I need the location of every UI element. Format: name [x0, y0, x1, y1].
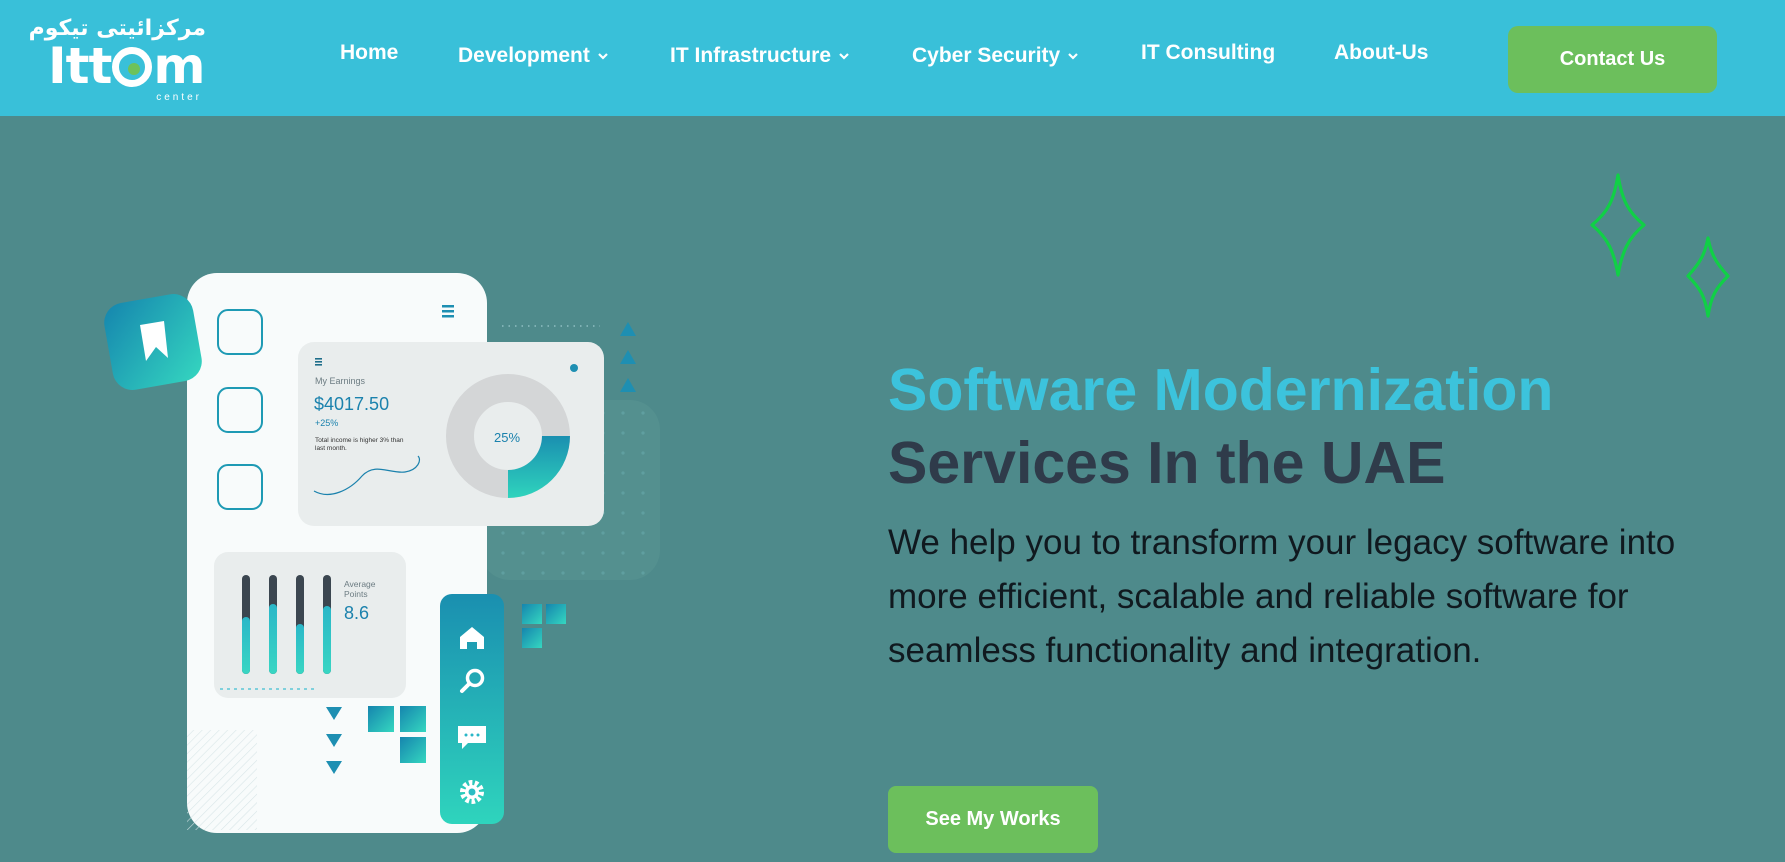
- brand-o-icon: [112, 47, 153, 87]
- earnings-label: My Earnings: [315, 376, 366, 386]
- nav-item-label: IT Infrastructure: [670, 44, 832, 67]
- sparkle-icon: [1590, 173, 1646, 277]
- brand-logo[interactable]: مركزائيتى تيكوم Itt m center: [29, 16, 208, 104]
- brand-latin-name: Itt m: [48, 37, 206, 95]
- nav-item-it-infrastructure[interactable]: IT Infrastructure: [670, 44, 849, 68]
- gradient-block: [522, 604, 542, 624]
- nav-item-development[interactable]: Development: [458, 44, 608, 68]
- status-dot: [570, 364, 578, 372]
- bookmark-icon: [104, 294, 202, 390]
- nav-item-label: IT Consulting: [1141, 41, 1276, 64]
- gradient-block: [400, 737, 426, 763]
- hero-title-line2: Services In the UAE: [888, 430, 1446, 496]
- hero-title-line1: Software Modernization: [888, 357, 1554, 423]
- hero-description: We help you to transform your legacy sof…: [888, 523, 1676, 670]
- gradient-block: [368, 706, 394, 732]
- sparkle-icon: [1686, 236, 1730, 318]
- triangle-up: [620, 378, 636, 392]
- gradient-block: [400, 706, 426, 732]
- average-label-line1: Average: [344, 579, 376, 589]
- site-header: مركزائيتى تيكوم Itt m center Home Develop…: [0, 0, 1785, 116]
- average-label-line2: Points: [344, 589, 368, 599]
- chevron-down-icon: [839, 53, 849, 60]
- brand-subtitle: center: [156, 92, 202, 103]
- nav-item-label: Development: [458, 44, 590, 67]
- nav-item-label: Home: [340, 41, 399, 64]
- earnings-note-line2: last month.: [315, 445, 347, 452]
- hero-title: Software Modernization Services In the U…: [888, 354, 1553, 500]
- nav-item-about-us[interactable]: About-Us: [1334, 41, 1428, 65]
- average-value: 8.6: [344, 603, 369, 623]
- earnings-value: $4017.50: [314, 394, 389, 414]
- hero-illustration: My Earnings $4017.50 +25% Total income i…: [104, 273, 660, 833]
- menu-icon: [442, 305, 454, 318]
- triangle-up: [620, 350, 636, 364]
- nav-item-it-consulting[interactable]: IT Consulting: [1141, 41, 1275, 65]
- earnings-note-line1: Total income is higher 3% than: [315, 437, 404, 444]
- brand-latin-suffix: m: [153, 37, 205, 95]
- brand-latin-prefix: Itt: [48, 37, 112, 95]
- earnings-change: +25%: [315, 418, 338, 428]
- menu-icon: [315, 358, 322, 366]
- nav-item-home[interactable]: Home: [340, 41, 398, 65]
- nav-item-label: About-Us: [1334, 41, 1429, 64]
- triangle-up: [620, 322, 636, 336]
- nav-item-label: Cyber Security: [912, 44, 1061, 67]
- gradient-block: [522, 628, 542, 648]
- chevron-down-icon: [1068, 53, 1079, 60]
- sparkles-decoration: [1590, 173, 1730, 318]
- phone-hatch: [187, 730, 257, 830]
- nav-item-cyber-security[interactable]: Cyber Security: [912, 44, 1079, 68]
- chevron-down-icon: [598, 53, 608, 60]
- contact-us-button[interactable]: Contact Us: [1508, 26, 1717, 93]
- see-my-works-button[interactable]: See My Works: [888, 786, 1098, 853]
- donut-label: 25%: [494, 430, 520, 445]
- gradient-block: [546, 604, 566, 624]
